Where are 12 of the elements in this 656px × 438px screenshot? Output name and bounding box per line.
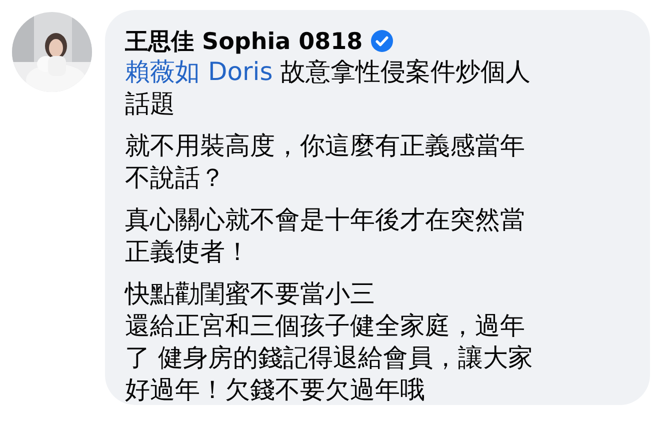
mention-link[interactable]: 賴薇如 Doris (125, 57, 273, 86)
comment-text: 好過年！欠錢不要欠過年哦 (125, 374, 426, 405)
comment-text: 就不用裝高度，你這麼有正義感當年 (125, 130, 526, 162)
comment-text: 賴薇如 Doris 故意拿性侵案件炒個人 (125, 56, 532, 88)
author-name[interactable]: 王思佳 Sophia 0818 (125, 26, 363, 56)
comment-text: 不說話？ (125, 162, 226, 194)
comment-text: 真心關心就不會是十年後才在突然當 (125, 204, 526, 236)
comment-text: 正義使者！ (125, 236, 251, 268)
comment-text: 還給正宮和三個孩子健全家庭，過年 (125, 310, 526, 342)
comment-text: 話題 (125, 88, 176, 120)
comment-text: 了 健身房的錢記得退給會員，讓大家 (125, 342, 534, 374)
comment-text: 快點勸閨蜜不要當小三 (125, 278, 376, 310)
